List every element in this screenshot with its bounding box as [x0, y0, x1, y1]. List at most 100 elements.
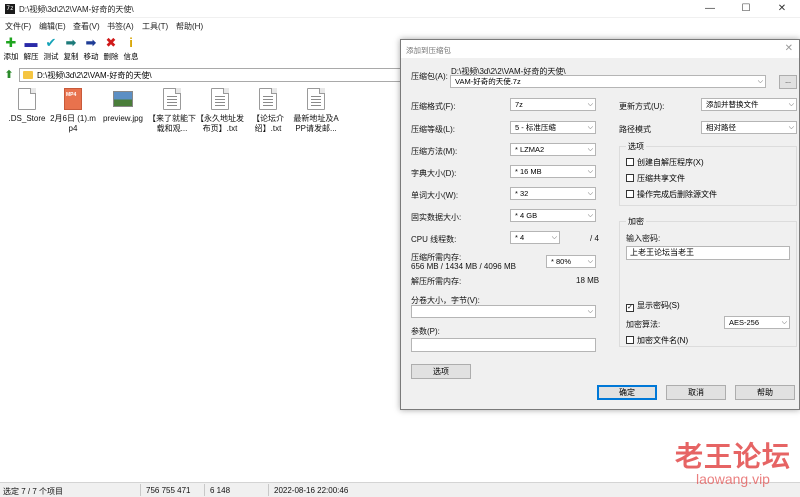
test-icon: ✔	[45, 35, 57, 50]
watermark: 老王论坛 laowang.vip	[668, 435, 798, 487]
chevron-down-icon: ⌵	[587, 212, 593, 219]
browse-button[interactable]: ...	[779, 75, 797, 89]
path-text: D:\视频\3d\2\2\VAM-好奇的天使\	[37, 71, 152, 80]
options-button[interactable]: 选项	[411, 364, 471, 379]
options-group: 选项 创建自解压程序(X) 压缩共享文件 操作完成后删除源文件	[619, 141, 797, 206]
split-select[interactable]: ⌵	[411, 305, 596, 318]
status-divider	[268, 484, 269, 496]
chevron-down-icon: ⌵	[587, 168, 593, 175]
encryption-method-select[interactable]: AES-256 ⌵	[724, 316, 790, 329]
chevron-down-icon: ⌵	[587, 146, 593, 153]
text-file-icon	[163, 88, 181, 110]
file-item[interactable]: preview.jpg	[99, 88, 147, 124]
mem-percent-select[interactable]: * 80% ⌵	[546, 255, 596, 268]
method-select[interactable]: * LZMA2 ⌵	[510, 143, 596, 156]
status-divider	[204, 484, 205, 496]
chevron-down-icon: ⌵	[587, 190, 593, 197]
image-file-icon	[113, 91, 133, 107]
archive-name-combo[interactable]: VAM-好奇的天使.7z ⌵	[450, 75, 766, 88]
solid-label: 固实数据大小:	[411, 213, 462, 222]
status-selected: 选定 7 / 7 个项目	[3, 487, 64, 496]
status-size: 756 755 471	[146, 486, 191, 495]
window-title: D:\视频\3d\2\2\VAM-好奇的天使\	[19, 5, 134, 14]
close-icon[interactable]: ✕	[785, 43, 793, 54]
chevron-down-icon: ⌵	[587, 101, 593, 108]
move-icon: ➡	[85, 35, 97, 50]
file-item[interactable]: MP4 2月6日 (1).mp4	[49, 88, 97, 134]
file-item[interactable]: 【论坛介绍】.txt	[244, 88, 292, 134]
encryption-group: 加密 输入密码: 上老王论坛当老王 ✓ 显示密码(S) 加密算法: AES-256…	[619, 216, 797, 347]
path-input[interactable]: D:\视频\3d\2\2\VAM-好奇的天使\	[19, 68, 409, 82]
word-select[interactable]: * 32 ⌵	[510, 187, 596, 200]
cpu-label: CPU 线程数:	[411, 235, 457, 244]
params-label: 参数(P):	[411, 327, 440, 336]
shared-files-checkbox[interactable]: 压缩共享文件	[626, 173, 685, 184]
level-select[interactable]: 5 - 标准压缩 ⌵	[510, 121, 596, 134]
text-file-icon	[259, 88, 277, 110]
dialog-title: 添加到压缩包	[406, 46, 451, 55]
info-button[interactable]: i 信息	[121, 35, 141, 65]
path-mode-label: 路径模式	[619, 125, 651, 134]
chevron-down-icon: ⌵	[757, 78, 763, 85]
add-to-archive-dialog: 添加到压缩包 ✕ 压缩包(A): D:\视频\3d\2\2\VAM-好奇的天使\…	[400, 39, 800, 410]
text-file-icon	[307, 88, 325, 110]
add-icon: ✚	[5, 35, 17, 50]
path-mode-select[interactable]: 相对路径 ⌵	[701, 121, 797, 134]
up-folder-icon[interactable]: ⬆	[3, 69, 15, 81]
extract-icon: ▬	[24, 35, 38, 50]
file-item[interactable]: 【永久地址发布页】.txt	[196, 88, 244, 134]
params-input[interactable]	[411, 338, 596, 352]
menu-tools[interactable]: 工具(T)	[142, 21, 168, 32]
close-icon[interactable]: ✕	[764, 0, 800, 18]
method-label: 压缩方法(M):	[411, 147, 458, 156]
update-label: 更新方式(U):	[619, 102, 665, 111]
encryption-method-label: 加密算法:	[626, 320, 661, 329]
dict-select[interactable]: * 16 MB ⌵	[510, 165, 596, 178]
watermark-en: laowang.vip	[696, 471, 770, 487]
status-packed: 6 148	[210, 486, 231, 495]
chevron-down-icon: ⌵	[788, 124, 794, 131]
menu-help[interactable]: 帮助(H)	[176, 21, 203, 32]
delete-icon: ✖	[105, 35, 117, 50]
ok-button[interactable]: 确定	[597, 385, 657, 400]
file-item[interactable]: 最新地址及APP请发邮...	[292, 88, 340, 134]
watermark-cn: 老王论坛	[674, 440, 791, 473]
file-item[interactable]: 【来了就能下载和观...	[148, 88, 196, 134]
file-item[interactable]: .DS_Store	[3, 88, 51, 124]
title-bar: 7z D:\视频\3d\2\2\VAM-好奇的天使\ — ☐ ✕	[0, 0, 800, 18]
copy-icon: ➡	[65, 35, 77, 50]
status-modified: 2022-08-16 22:00:46	[274, 486, 349, 495]
password-label: 输入密码:	[626, 234, 661, 243]
help-button[interactable]: 帮助	[735, 385, 795, 400]
7zip-app-icon: 7z	[5, 4, 15, 14]
format-label: 压缩格式(F):	[411, 102, 456, 111]
cancel-button[interactable]: 取消	[666, 385, 726, 400]
video-file-icon: MP4	[64, 88, 82, 110]
show-password-checkbox[interactable]: ✓ 显示密码(S)	[626, 300, 680, 312]
menu-edit[interactable]: 编辑(E)	[39, 21, 66, 32]
menu-bookmarks[interactable]: 书签(A)	[107, 21, 134, 32]
level-label: 压缩等级(L):	[411, 125, 455, 134]
cpu-select[interactable]: * 4 ⌵	[510, 231, 560, 244]
status-divider	[140, 484, 141, 496]
delete-after-checkbox[interactable]: 操作完成后删除源文件	[626, 189, 717, 200]
decompress-mem-label: 解压所需内存:	[411, 277, 462, 286]
chevron-down-icon: ⌵	[587, 308, 593, 315]
document-icon	[18, 88, 36, 110]
solid-select[interactable]: * 4 GB ⌵	[510, 209, 596, 222]
text-file-icon	[211, 88, 229, 110]
sfx-checkbox[interactable]: 创建自解压程序(X)	[626, 157, 704, 168]
menu-view[interactable]: 查看(V)	[73, 21, 100, 32]
cpu-max: / 4	[590, 234, 599, 243]
archive-label: 压缩包(A):	[411, 72, 448, 81]
update-select[interactable]: 添加并替换文件 ⌵	[701, 98, 797, 111]
chevron-down-icon: ⌵	[788, 101, 794, 108]
format-select[interactable]: 7z ⌵	[510, 98, 596, 111]
encrypt-names-checkbox[interactable]: 加密文件名(N)	[626, 335, 688, 346]
chevron-down-icon: ⌵	[587, 124, 593, 131]
menu-bar: 文件(F) 编辑(E) 查看(V) 书签(A) 工具(T) 帮助(H)	[0, 18, 800, 33]
minimize-icon[interactable]: —	[692, 0, 728, 18]
menu-file[interactable]: 文件(F)	[5, 21, 31, 32]
password-input[interactable]: 上老王论坛当老王	[626, 246, 790, 260]
maximize-icon[interactable]: ☐	[728, 0, 764, 18]
